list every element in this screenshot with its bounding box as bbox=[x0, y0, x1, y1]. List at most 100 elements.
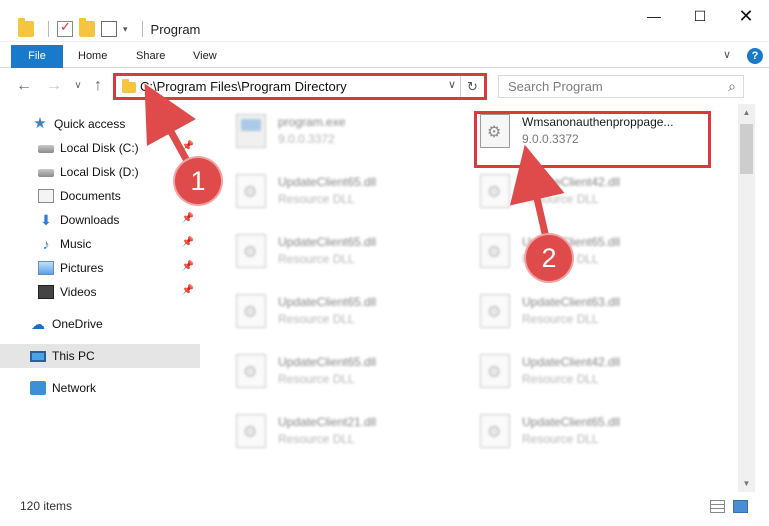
window-controls: — ☐ ✕ bbox=[631, 0, 769, 32]
sidebar-item-this-pc[interactable]: This PC bbox=[0, 344, 200, 368]
list-item[interactable]: program.exe 9.0.0.3372 bbox=[228, 106, 458, 154]
sidebar-item-downloads[interactable]: ⬇ Downloads 📌 bbox=[0, 208, 200, 232]
file-description: Resource DLL bbox=[278, 372, 355, 386]
file-name: UpdateClient42.dll bbox=[522, 355, 621, 369]
maximize-button[interactable]: ☐ bbox=[677, 0, 723, 32]
file-description: Resource DLL bbox=[278, 252, 355, 266]
pin-icon[interactable]: 📌 bbox=[182, 141, 194, 152]
window-title: Program bbox=[150, 21, 201, 37]
file-highlight-box bbox=[474, 111, 711, 168]
sidebar-item-label: Documents bbox=[60, 189, 121, 203]
pin-icon[interactable]: 📌 bbox=[182, 261, 194, 272]
list-item[interactable]: UpdateClient21.dll Resource DLL bbox=[228, 406, 458, 454]
toolbar-divider bbox=[141, 21, 143, 37]
list-item[interactable]: UpdateClient42.dll Resource DLL bbox=[472, 346, 702, 394]
documents-icon bbox=[38, 189, 54, 203]
file-description: Resource DLL bbox=[278, 432, 355, 446]
sidebar-item-pictures[interactable]: Pictures 📌 bbox=[0, 256, 200, 280]
sidebar-item-label: Downloads bbox=[60, 213, 120, 227]
list-item[interactable]: UpdateClient63.dll Resource DLL bbox=[472, 286, 702, 334]
recent-locations-icon[interactable]: ∨ bbox=[68, 76, 88, 96]
file-name: program.exe bbox=[278, 115, 346, 129]
tab-view[interactable]: View bbox=[181, 45, 229, 68]
dll-file-icon bbox=[480, 294, 510, 328]
up-button[interactable]: ↑ bbox=[88, 76, 108, 96]
list-item[interactable]: UpdateClient65.dll Resource DLL bbox=[472, 406, 702, 454]
toolbar-divider bbox=[48, 21, 49, 37]
properties-check-icon[interactable] bbox=[57, 19, 73, 37]
folder-icon[interactable] bbox=[18, 18, 34, 37]
expand-ribbon-icon[interactable]: ∨ bbox=[723, 48, 731, 61]
sidebar-item-music[interactable]: ♪ Music 📌 bbox=[0, 232, 200, 256]
step-1-badge: 1 bbox=[175, 158, 221, 204]
file-name: UpdateClient42.dll bbox=[522, 175, 621, 189]
minimize-button[interactable]: — bbox=[631, 0, 677, 32]
file-description: Resource DLL bbox=[522, 372, 599, 386]
dll-file-icon bbox=[236, 294, 266, 328]
onedrive-icon: ☁ bbox=[31, 316, 45, 332]
search-icon[interactable]: ⌕ bbox=[728, 78, 736, 95]
pin-icon[interactable]: 📌 bbox=[182, 213, 194, 224]
list-item[interactable]: UpdateClient65.dll Resource DLL bbox=[472, 226, 702, 274]
file-name: UpdateClient21.dll bbox=[278, 415, 377, 429]
large-icons-view-icon[interactable] bbox=[733, 500, 748, 513]
list-item[interactable]: UpdateClient42.dll Resource DLL bbox=[472, 166, 702, 214]
sidebar-item-label: Videos bbox=[60, 285, 97, 299]
pin-icon[interactable]: 📌 bbox=[182, 285, 194, 296]
sidebar-item-local-disk-c[interactable]: Local Disk (C:) 📌 bbox=[0, 136, 200, 160]
quick-access-dropdown-icon[interactable]: ▾ bbox=[123, 24, 128, 35]
close-button[interactable]: ✕ bbox=[723, 0, 769, 32]
address-bar[interactable]: C:\Program Files\Program Directory ∨ ↻ bbox=[113, 73, 487, 100]
file-name: UpdateClient65.dll bbox=[278, 235, 377, 249]
scroll-up-icon[interactable]: ▲ bbox=[738, 104, 755, 121]
dll-file-icon bbox=[480, 234, 510, 268]
address-path[interactable]: C:\Program Files\Program Directory bbox=[140, 79, 347, 94]
list-item[interactable]: UpdateClient65.dll Resource DLL bbox=[228, 166, 458, 214]
sidebar-item-network[interactable]: Network bbox=[0, 376, 200, 400]
folder-icon bbox=[122, 79, 136, 93]
pictures-icon bbox=[38, 261, 54, 275]
help-icon[interactable]: ? bbox=[747, 48, 763, 64]
dll-file-icon bbox=[236, 354, 266, 388]
dll-file-icon bbox=[236, 234, 266, 268]
sidebar-item-quick-access[interactable]: ★ Quick access bbox=[0, 112, 200, 136]
refresh-button[interactable]: ↻ bbox=[460, 76, 484, 97]
item-count: 120 items bbox=[20, 499, 73, 513]
new-folder-icon[interactable] bbox=[79, 18, 95, 37]
scroll-down-icon[interactable]: ▼ bbox=[738, 475, 755, 492]
sidebar-item-label: Network bbox=[52, 381, 97, 395]
sidebar-item-videos[interactable]: Videos 📌 bbox=[0, 280, 200, 304]
navigation-pane: ★ Quick access Local Disk (C:) 📌 Local D… bbox=[0, 104, 204, 492]
sidebar-item-onedrive[interactable]: ☁ OneDrive bbox=[0, 312, 200, 336]
list-item[interactable]: UpdateClient65.dll Resource DLL bbox=[228, 226, 458, 274]
file-description: Resource DLL bbox=[522, 192, 599, 206]
search-input[interactable]: Search Program ⌕ bbox=[498, 75, 744, 98]
details-view-icon[interactable] bbox=[710, 500, 725, 513]
dll-file-icon bbox=[480, 174, 510, 208]
file-version: 9.0.0.3372 bbox=[278, 132, 335, 146]
list-item[interactable]: UpdateClient65.dll Resource DLL bbox=[228, 346, 458, 394]
dll-file-icon bbox=[236, 414, 266, 448]
tab-home[interactable]: Home bbox=[66, 45, 119, 68]
scrollbar-thumb[interactable] bbox=[740, 124, 753, 174]
file-name: UpdateClient65.dll bbox=[278, 175, 377, 189]
vertical-scrollbar[interactable]: ▲ ▼ bbox=[738, 104, 755, 492]
sidebar-item-label: Local Disk (D:) bbox=[60, 165, 139, 179]
sidebar-item-label: OneDrive bbox=[52, 317, 103, 331]
customize-view-icon[interactable] bbox=[101, 21, 117, 37]
sidebar-item-documents[interactable]: Documents 📌 bbox=[0, 184, 200, 208]
dll-file-icon bbox=[480, 354, 510, 388]
exe-file-icon bbox=[236, 114, 266, 148]
tab-file[interactable]: File bbox=[11, 45, 63, 68]
file-description: Resource DLL bbox=[278, 192, 355, 206]
sidebar-item-local-disk-d[interactable]: Local Disk (D:) bbox=[0, 160, 200, 184]
pin-icon[interactable]: 📌 bbox=[182, 237, 194, 248]
list-item[interactable]: UpdateClient65.dll Resource DLL bbox=[228, 286, 458, 334]
address-dropdown-icon[interactable]: ∨ bbox=[448, 78, 456, 91]
forward-button[interactable]: → bbox=[44, 76, 64, 96]
file-description: Resource DLL bbox=[278, 312, 355, 326]
back-button[interactable]: ← bbox=[14, 76, 34, 96]
tab-share[interactable]: Share bbox=[124, 45, 177, 68]
sidebar-item-label: This PC bbox=[52, 349, 95, 363]
download-icon: ⬇ bbox=[40, 212, 52, 228]
